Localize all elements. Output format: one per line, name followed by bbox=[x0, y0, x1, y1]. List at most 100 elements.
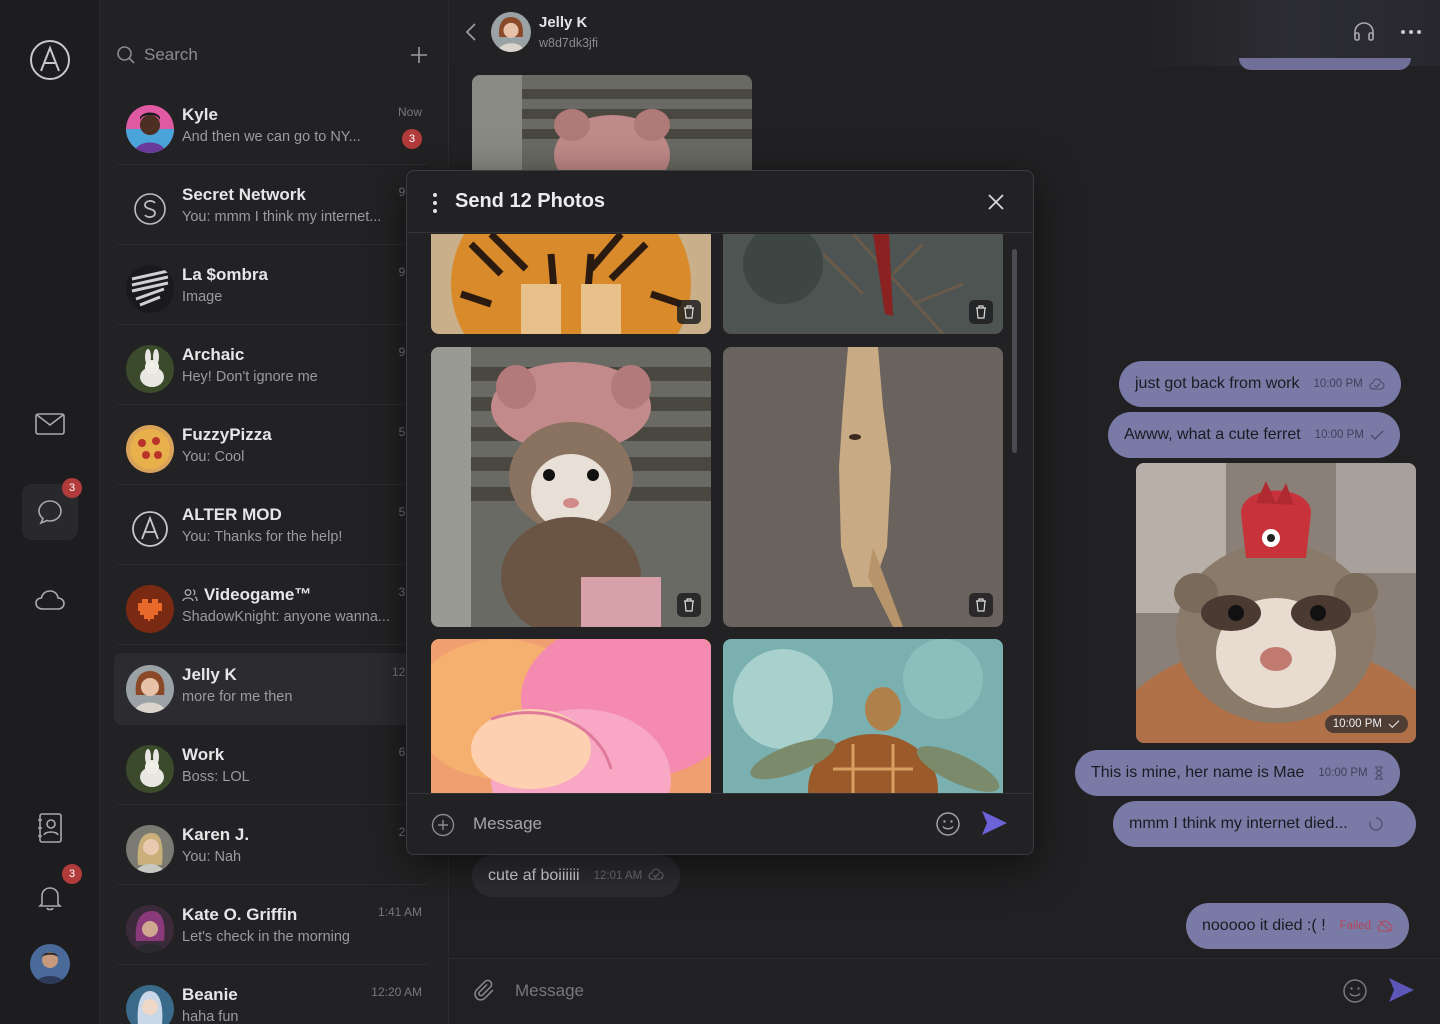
send-icon[interactable] bbox=[1386, 975, 1416, 1005]
conversation-item[interactable]: La $ombra Image 9:40 bbox=[114, 253, 432, 325]
outgoing-message[interactable]: This is mine, her name is Mae 10:00 PM bbox=[1075, 750, 1400, 796]
message-time: 10:00 PM bbox=[1318, 767, 1368, 779]
back-button[interactable] bbox=[461, 20, 481, 44]
more-options-icon[interactable] bbox=[1399, 20, 1423, 44]
message-time: 10:00 PM bbox=[1314, 429, 1364, 441]
chevron-left-icon bbox=[465, 23, 476, 41]
conversation-name: Kate O. Griffin bbox=[182, 905, 298, 924]
conversation-item[interactable]: FuzzyPizza You: Cool 5:41 bbox=[114, 413, 432, 485]
outgoing-message-failed[interactable]: nooooo it died :( ! Failed bbox=[1186, 903, 1409, 949]
message-text: just got back from work bbox=[1135, 375, 1300, 392]
avatar bbox=[126, 105, 174, 153]
received-ferret-photo[interactable] bbox=[472, 75, 752, 175]
conversation-name: Archaic bbox=[182, 345, 245, 364]
notification-badge: 3 bbox=[62, 864, 82, 884]
photo-tile-cardinal[interactable] bbox=[723, 234, 1003, 334]
conversation-item[interactable]: Work Boss: LOL 6:30 bbox=[114, 733, 432, 805]
delete-photo-button[interactable] bbox=[969, 300, 993, 324]
conversation-preview: haha fun bbox=[182, 1009, 239, 1024]
conversation-name: La $ombra bbox=[182, 265, 268, 284]
contact-name: Jelly K bbox=[539, 14, 588, 31]
alter-logo-icon[interactable] bbox=[22, 32, 78, 88]
search-input[interactable]: Search bbox=[144, 45, 407, 65]
sent-cloud-icon bbox=[1369, 378, 1385, 390]
new-chat-button[interactable] bbox=[407, 43, 431, 67]
modal-message-input[interactable]: Message bbox=[473, 814, 542, 834]
conversation-time: 12:20 AM bbox=[371, 985, 422, 999]
conversation-list: Search Kyle And then we can go to NY... … bbox=[100, 0, 449, 1024]
cloud-icon[interactable] bbox=[22, 572, 78, 628]
conversation-item[interactable]: Kyle And then we can go to NY... Now 3 bbox=[114, 93, 432, 165]
checkmark-icon bbox=[1370, 429, 1384, 441]
conversation-item[interactable]: ALTER MOD You: Thanks for the help! 5:30 bbox=[114, 493, 432, 565]
conversation-item[interactable]: Archaic Hey! Don't ignore me 9:38 bbox=[114, 333, 432, 405]
trash-icon bbox=[976, 598, 986, 612]
chat-header: Jelly K w8d7dk3jfi bbox=[449, 0, 1440, 66]
contact-avatar[interactable] bbox=[491, 12, 531, 52]
photo-tile-rose[interactable] bbox=[431, 639, 711, 794]
message-input[interactable]: Message bbox=[515, 981, 584, 1001]
secret-network-icon bbox=[126, 185, 174, 233]
send-photos-modal: Send 12 Photos Message bbox=[406, 170, 1034, 855]
conversation-item[interactable]: Beanie haha fun 12:20 AM bbox=[114, 973, 432, 1024]
search-bar[interactable]: Search bbox=[116, 38, 431, 72]
delete-photo-button[interactable] bbox=[677, 593, 701, 617]
paperclip-icon[interactable] bbox=[473, 979, 497, 1003]
conversation-name: Jelly K bbox=[182, 665, 237, 684]
previous-message-bubble bbox=[1239, 58, 1411, 70]
sending-spinner-icon bbox=[1368, 816, 1384, 832]
delete-photo-button[interactable] bbox=[969, 593, 993, 617]
conversation-time: Now bbox=[397, 105, 422, 119]
conversation-item[interactable]: Karen J. You: Nah 2:30 bbox=[114, 813, 432, 885]
failed-cloud-icon bbox=[1377, 920, 1393, 932]
outgoing-message[interactable]: Awww, what a cute ferret 10:00 PM bbox=[1108, 412, 1400, 458]
message-failed-label: Failed bbox=[1339, 920, 1371, 932]
emoji-icon[interactable] bbox=[1342, 978, 1368, 1004]
add-circle-icon[interactable] bbox=[431, 813, 455, 837]
incoming-message[interactable]: cute af boiiiiii 12:01 AM bbox=[472, 855, 681, 897]
delete-photo-button[interactable] bbox=[677, 300, 701, 324]
conversation-name-text: Videogame™ bbox=[204, 585, 312, 604]
bell-icon[interactable]: 3 bbox=[22, 864, 82, 926]
photo-tile-ferret[interactable] bbox=[431, 347, 711, 627]
message-time: 10:00 PM bbox=[1313, 378, 1363, 390]
message-time: 12:01 AM bbox=[593, 870, 643, 882]
conversation-item[interactable]: Secret Network You: mmm I think my inter… bbox=[114, 173, 432, 245]
conversation-item[interactable]: Videogame™ ShadowKnight: anyone wanna...… bbox=[114, 573, 432, 645]
chat-icon[interactable]: 3 bbox=[22, 478, 82, 540]
conversation-item-active[interactable]: Jelly K more for me then 12:01 bbox=[114, 653, 432, 725]
photo-tile-turtle[interactable] bbox=[723, 639, 1003, 794]
modal-header: Send 12 Photos bbox=[407, 171, 1033, 233]
outgoing-message[interactable]: mmm I think my internet died... bbox=[1113, 801, 1416, 847]
sent-ferret-photo[interactable]: 10:00 PM bbox=[1136, 463, 1416, 743]
close-icon[interactable] bbox=[985, 191, 1007, 213]
trash-icon bbox=[684, 305, 694, 319]
conversation-name: ALTER MOD bbox=[182, 505, 282, 524]
photo-time-text: 10:00 PM bbox=[1332, 718, 1382, 730]
conversation-preview: You: Thanks for the help! bbox=[182, 529, 343, 545]
conversation-preview: You: Cool bbox=[182, 449, 245, 465]
plus-icon bbox=[411, 47, 427, 63]
modal-scrollbar[interactable] bbox=[1012, 249, 1017, 453]
user-avatar[interactable] bbox=[22, 936, 78, 992]
conversation-preview: Let's check in the morning bbox=[182, 929, 350, 945]
outgoing-message[interactable]: just got back from work 10:00 PM bbox=[1119, 361, 1401, 407]
trash-icon bbox=[976, 305, 986, 319]
mail-icon[interactable] bbox=[22, 396, 78, 452]
modal-footer: Message bbox=[407, 793, 1033, 854]
contacts-icon[interactable] bbox=[22, 800, 78, 856]
message-text: This is mine, her name is Mae bbox=[1091, 764, 1305, 781]
conversation-preview: Hey! Don't ignore me bbox=[182, 369, 318, 385]
conversation-item[interactable]: Kate O. Griffin Let's check in the morni… bbox=[114, 893, 432, 965]
send-icon[interactable] bbox=[979, 808, 1009, 838]
headset-icon[interactable] bbox=[1352, 20, 1376, 44]
conversation-name: Beanie bbox=[182, 985, 238, 1004]
emoji-icon[interactable] bbox=[935, 811, 961, 837]
conversation-preview: Image bbox=[182, 289, 223, 305]
trash-icon bbox=[684, 598, 694, 612]
kebab-menu-icon[interactable] bbox=[427, 191, 443, 215]
photo-tile-tiger[interactable] bbox=[431, 234, 711, 334]
photo-tile-meerkat[interactable] bbox=[723, 347, 1003, 627]
checkmark-icon bbox=[1388, 720, 1400, 729]
conversation-preview: more for me then bbox=[182, 689, 293, 705]
